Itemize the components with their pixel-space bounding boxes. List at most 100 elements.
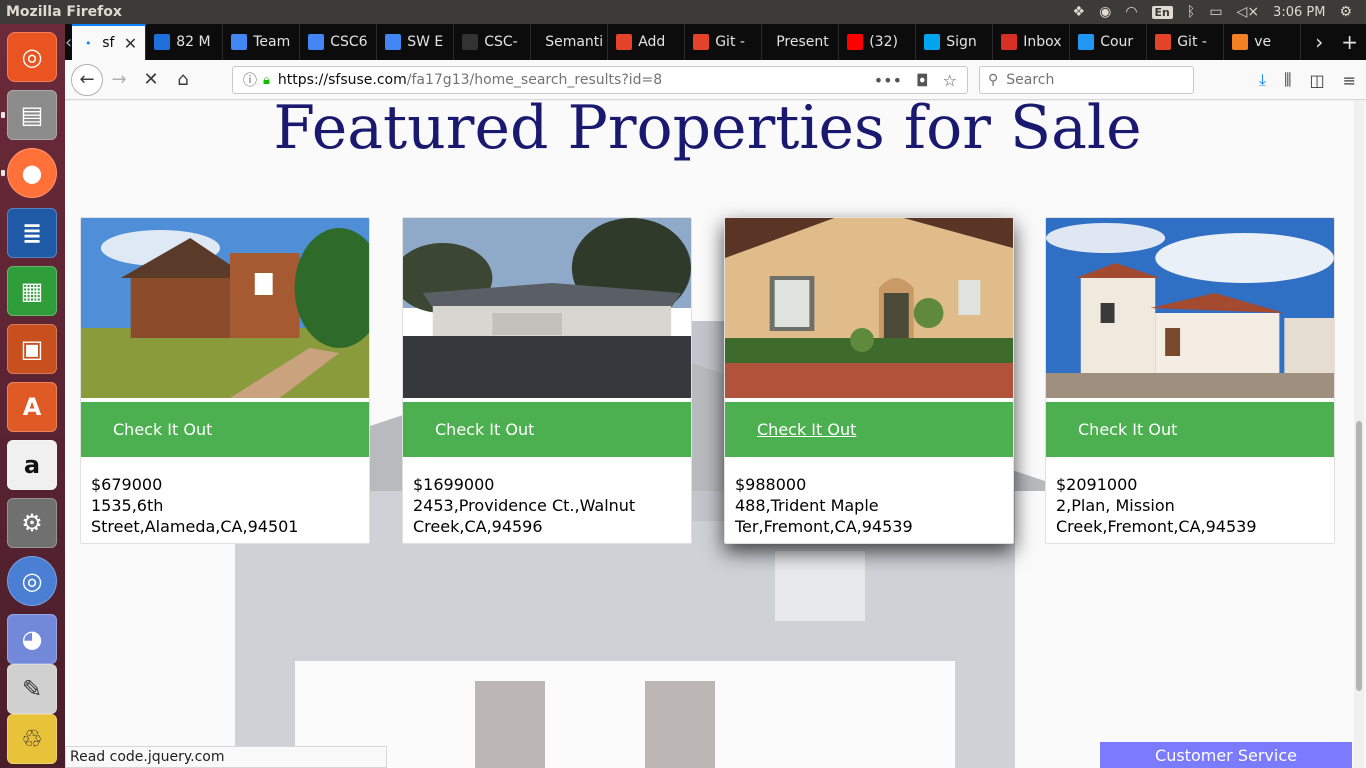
home-button[interactable]: ⌂ [167, 64, 199, 96]
info-icon[interactable]: ⓘ [243, 70, 257, 90]
keyboard-layout-indicator[interactable]: En [1151, 5, 1173, 19]
search-input[interactable]: ⚲ Search [979, 66, 1194, 94]
system-top-panel: Mozilla Firefox ❖ ◉ ◠ En ᛒ ▭ ◁× 3:06 PM … [0, 0, 1366, 24]
tab-label: Git - [715, 34, 745, 50]
address-bar[interactable]: ⓘ 🔒︎ https://sfsuse.com/fa17g13/home_sea… [232, 66, 968, 94]
property-card-hovered[interactable]: Check It Out $988000 488,Trident Maple T… [724, 217, 1014, 544]
property-photo[interactable] [1046, 218, 1334, 398]
listing-price: $2091000 [1056, 475, 1138, 494]
scrollbar-thumb[interactable] [1356, 421, 1362, 691]
property-photo[interactable] [81, 218, 369, 398]
browser-tab[interactable]: CSC6 [300, 24, 378, 60]
wifi-icon[interactable]: ◠ [1125, 4, 1137, 20]
firefox-icon[interactable]: ● [7, 148, 57, 198]
dropbox-icon[interactable]: ❖ [1073, 4, 1086, 20]
property-card[interactable]: Check It Out $679000 1535,6th Street,Ala… [80, 217, 370, 544]
check-it-out-button[interactable]: Check It Out [1046, 402, 1334, 457]
libreoffice-calc-icon[interactable]: ▦ [7, 266, 57, 316]
browser-tab[interactable]: Add [608, 24, 686, 60]
tab-label: Cour [1100, 34, 1134, 50]
url-domain: https://sfsuse.com [277, 72, 407, 88]
power-gear-icon[interactable]: ⚙ [1339, 4, 1352, 20]
browser-tab[interactable]: Inbox [993, 24, 1071, 60]
browser-tab[interactable]: Semanti [531, 24, 609, 60]
search-icon: ⚲ [988, 72, 999, 88]
amazon-icon[interactable]: a [7, 440, 57, 490]
forward-button[interactable]: → [103, 64, 135, 96]
property-photo[interactable] [725, 218, 1013, 398]
browser-tab[interactable]: CSC- [454, 24, 532, 60]
chromium-icon[interactable]: ◎ [7, 556, 57, 606]
running-indicator [1, 170, 5, 176]
battery-icon[interactable]: ▭ [1209, 4, 1222, 20]
tab-label: Team [253, 34, 291, 50]
browser-tab[interactable]: • sf ✕ [72, 24, 147, 60]
browser-tab[interactable]: Cour [1070, 24, 1148, 60]
browser-tab[interactable]: 82 M [146, 24, 224, 60]
search-placeholder: Search [1006, 72, 1055, 88]
customer-service-button[interactable]: Customer Service [1100, 742, 1352, 768]
library-icon[interactable]: ⫼ [1284, 70, 1291, 90]
browser-tab[interactable]: (32) [839, 24, 917, 60]
sidebar-icon[interactable]: ◫ [1309, 71, 1324, 90]
url-text[interactable]: https://sfsuse.com/fa17g13/home_search_r… [278, 72, 662, 88]
libreoffice-impress-icon[interactable]: ▣ [7, 324, 57, 374]
page-title: Featured Properties for Sale [273, 101, 1142, 163]
browser-tab[interactable]: ve [1224, 24, 1302, 60]
property-photo[interactable] [403, 218, 691, 398]
tab-favicon-icon: • [84, 36, 92, 50]
tab-favicon-icon [1155, 34, 1172, 50]
check-it-out-button[interactable]: Check It Out [725, 402, 1013, 457]
listing-info: $988000 488,Trident Maple Ter,Fremont,CA… [725, 457, 1013, 537]
menu-hamburger-icon[interactable]: ≡ [1343, 71, 1356, 90]
check-it-out-label: Check It Out [113, 420, 213, 439]
page-scrollbar[interactable] [1354, 101, 1364, 768]
browser-tab[interactable]: SW E [377, 24, 455, 60]
browser-tab[interactable]: Git - [685, 24, 763, 60]
bluetooth-icon[interactable]: ᛒ [1187, 4, 1195, 20]
back-button[interactable]: ← [71, 63, 103, 96]
url-path: /fa17g13/home_search_results?id=8 [406, 72, 663, 88]
libreoffice-writer-icon[interactable]: ≣ [7, 208, 57, 258]
browser-tab[interactable]: Present [762, 24, 840, 60]
discord-icon[interactable]: ◕ [7, 614, 57, 664]
property-card[interactable]: Check It Out $1699000 2453,Providence Ct… [402, 217, 692, 544]
tab-label: SW E [407, 34, 444, 50]
status-bar: Read code.jquery.com [65, 746, 387, 768]
listing-address: 2453,Providence Ct.,Walnut Creek,CA,9459… [413, 496, 636, 536]
browser-tab[interactable]: Sign [916, 24, 994, 60]
tab-favicon-icon [231, 34, 248, 50]
ubuntu-dash-icon[interactable]: ◎ [7, 32, 57, 82]
browser-tab[interactable]: Git - [1147, 24, 1225, 60]
stop-button[interactable]: ✕ [135, 64, 167, 96]
bookmark-star-icon[interactable]: ☆ [943, 71, 957, 90]
check-it-out-button[interactable]: Check It Out [403, 402, 691, 457]
pocket-icon[interactable]: ◘ [916, 71, 929, 90]
volume-muted-icon[interactable]: ◁× [1237, 4, 1260, 20]
running-indicator [1, 112, 5, 118]
trash-icon[interactable]: ♲ [7, 714, 57, 764]
download-icon[interactable]: ⤓ [1259, 70, 1266, 90]
lock-icon[interactable]: 🔒︎ [263, 73, 270, 88]
clock[interactable]: 3:06 PM [1273, 5, 1325, 20]
software-center-icon[interactable]: A [7, 382, 57, 432]
discord-tray-icon[interactable]: ◉ [1099, 4, 1111, 20]
system-settings-icon[interactable]: ⚙ [7, 498, 57, 548]
check-it-out-label: Check It Out [1078, 420, 1178, 439]
listing-price: $1699000 [413, 475, 495, 494]
page-actions-icon[interactable]: ••• [874, 71, 902, 90]
new-tab-icon[interactable]: + [1341, 30, 1358, 54]
check-it-out-button[interactable]: Check It Out [81, 402, 369, 457]
tab-scroll-right-icon[interactable]: › [1315, 30, 1323, 54]
tab-favicon-icon [308, 34, 325, 50]
tab-scroll-left-icon[interactable]: ‹ [65, 24, 72, 60]
files-icon[interactable]: ▤ [7, 90, 57, 140]
tab-label: Present [776, 34, 829, 50]
tab-close-icon[interactable]: ✕ [124, 34, 137, 53]
listing-price: $988000 [735, 475, 807, 494]
property-card[interactable]: Check It Out $2091000 2,Plan, Mission Cr… [1045, 217, 1335, 544]
tab-favicon-icon [462, 34, 479, 50]
web-page: Featured Properties for Sale Check It Ou… [65, 101, 1366, 768]
text-editor-icon[interactable]: ✎ [7, 664, 57, 714]
browser-tab[interactable]: Team [223, 24, 301, 60]
